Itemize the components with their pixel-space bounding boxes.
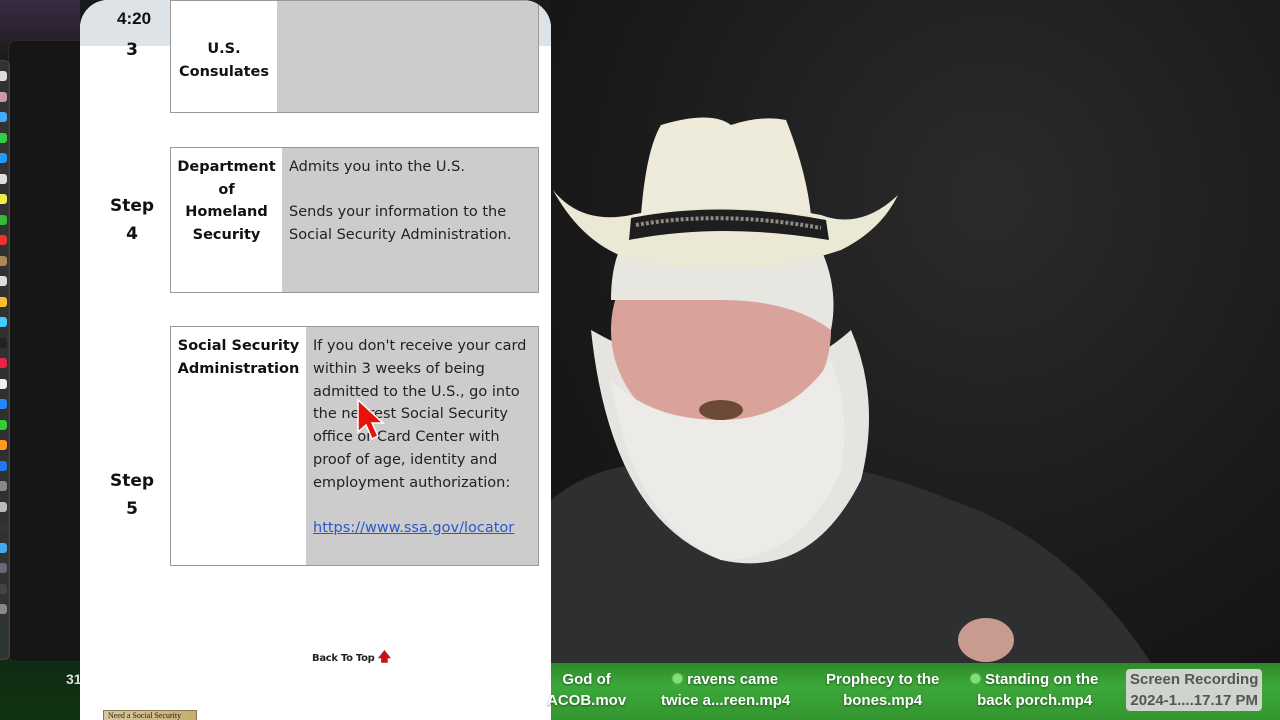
status-time: 4:20 (117, 9, 152, 28)
desktop-file-item[interactable]: Standing on the back porch.mp4 (971, 669, 1098, 711)
dock-app-icon[interactable] (0, 71, 7, 81)
dock-app-icon[interactable] (0, 542, 7, 553)
dock-app-icon[interactable] (0, 173, 7, 184)
dock-app-icon[interactable] (0, 337, 7, 348)
dock-app-icon[interactable] (0, 583, 7, 594)
description-cell (277, 1, 538, 112)
dock-app-icon[interactable] (0, 132, 7, 143)
webcam-video (551, 0, 1280, 663)
dock-app-icon[interactable] (0, 153, 7, 163)
agency-line: Department (177, 159, 276, 175)
file-name-line: bones.mp4 (843, 692, 923, 709)
file-name-line: ACOB.mov (547, 692, 627, 709)
dock-app-icon[interactable] (0, 276, 7, 286)
agency-cell: Social Security Administration (171, 327, 306, 565)
agency-cell: U.S. Consulates (171, 1, 277, 112)
dock-app-icon[interactable] (0, 563, 7, 573)
green-tag-icon (673, 674, 683, 683)
dock-app-icon[interactable] (0, 296, 7, 307)
step-label: Step 5 (92, 467, 172, 523)
step-label: 3 (92, 36, 172, 64)
file-name-line: Screen Recording (1130, 671, 1259, 688)
description-text: If you don't receive your card within 3 … (313, 338, 527, 491)
up-arrow-icon: 🡅 (377, 650, 391, 665)
mouse-cursor-icon (357, 398, 385, 441)
dock-app-icon[interactable] (0, 91, 7, 102)
desktop-file-item[interactable]: Screen Recording 2024-1....17.17 PM (1126, 669, 1263, 711)
dock-app-icon[interactable] (0, 481, 7, 491)
dock-app-icon[interactable] (0, 440, 7, 450)
presenter-figure (551, 117, 1151, 663)
back-to-top-link[interactable]: Back To Top 🡅 (312, 648, 391, 670)
step-table: Social Security Administration If you do… (170, 326, 539, 566)
dock-app-icon[interactable] (0, 604, 7, 614)
file-name-line: Prophecy to the (826, 671, 940, 688)
step-number: 5 (126, 499, 138, 519)
step-table: U.S. Consulates (170, 0, 539, 113)
step-number: 3 (126, 40, 138, 60)
ad-thumbnail[interactable]: Need a Social Security (103, 710, 197, 720)
screen: 31 4:20 47 3 U.S. (0, 0, 1280, 720)
step-word: Step (109, 471, 155, 491)
agency-line: Homeland (185, 204, 268, 220)
file-name-line: ravens came (687, 671, 779, 688)
dock-app-icon[interactable] (0, 419, 7, 430)
file-name-line: back porch.mp4 (977, 692, 1093, 709)
file-name-line: twice a...reen.mp4 (661, 692, 791, 709)
agency-line: U.S. (207, 41, 241, 57)
dock-app-icon[interactable] (0, 522, 7, 532)
file-name-line: God of (562, 671, 611, 688)
green-tag-icon (971, 674, 980, 683)
description-cell: If you don't receive your card within 3 … (306, 327, 538, 565)
agency-line: Administration (177, 360, 300, 377)
dock-app-icon[interactable] (0, 214, 7, 225)
dock-app-icon[interactable] (0, 399, 7, 409)
agency-line: of (218, 181, 235, 198)
agency-line: Social Security (177, 338, 300, 354)
agency-line: Security (192, 226, 261, 243)
file-name-line: Standing on the (985, 671, 1099, 688)
desktop-file-item[interactable]: ravens came twice a...reen.mp4 (661, 669, 790, 711)
step-word: Step (109, 196, 155, 216)
desktop-file-item[interactable]: Prophecy to the bones.mp4 (826, 669, 939, 711)
dock-app-icon[interactable] (0, 460, 7, 471)
dock-app-icon[interactable] (0, 194, 7, 204)
background-window (8, 40, 88, 662)
agency-line: Consulates (178, 63, 270, 80)
dock-app-icon[interactable] (0, 378, 7, 389)
phone-screenshot: 4:20 47 3 U.S. Consulate (80, 0, 551, 720)
dock (0, 60, 10, 660)
file-name-line: 2024-1....17.17 PM (1130, 692, 1258, 709)
step-table: Department of Homeland Security Admits y… (170, 147, 539, 293)
dock-app-icon[interactable] (0, 255, 7, 266)
back-to-top-label: Back To Top (312, 653, 375, 664)
description-cell: Admits you into the U.S. Sends your info… (282, 148, 538, 292)
desktop-file-item[interactable]: God of ACOB.mov (547, 669, 626, 711)
dock-app-icon[interactable] (0, 358, 7, 368)
desktop-left-area (0, 0, 88, 720)
ssa-locator-link[interactable]: https://www.ssa.gov/locator (313, 520, 514, 536)
description-text: Admits you into the U.S. (289, 159, 465, 175)
description-text: Sends your information to the Social Sec… (289, 203, 512, 243)
step-number: 4 (126, 224, 138, 244)
dock-app-icon[interactable] (0, 112, 7, 122)
step-label: Step 4 (92, 192, 172, 248)
dock-app-icon[interactable] (0, 501, 7, 512)
dock-app-icon[interactable] (0, 235, 7, 245)
desktop-file-row: God of ACOB.mov ravens came twice a...reen.… (547, 663, 1280, 720)
agency-cell: Department of Homeland Security (171, 148, 282, 292)
dock-app-icon[interactable] (0, 317, 7, 327)
